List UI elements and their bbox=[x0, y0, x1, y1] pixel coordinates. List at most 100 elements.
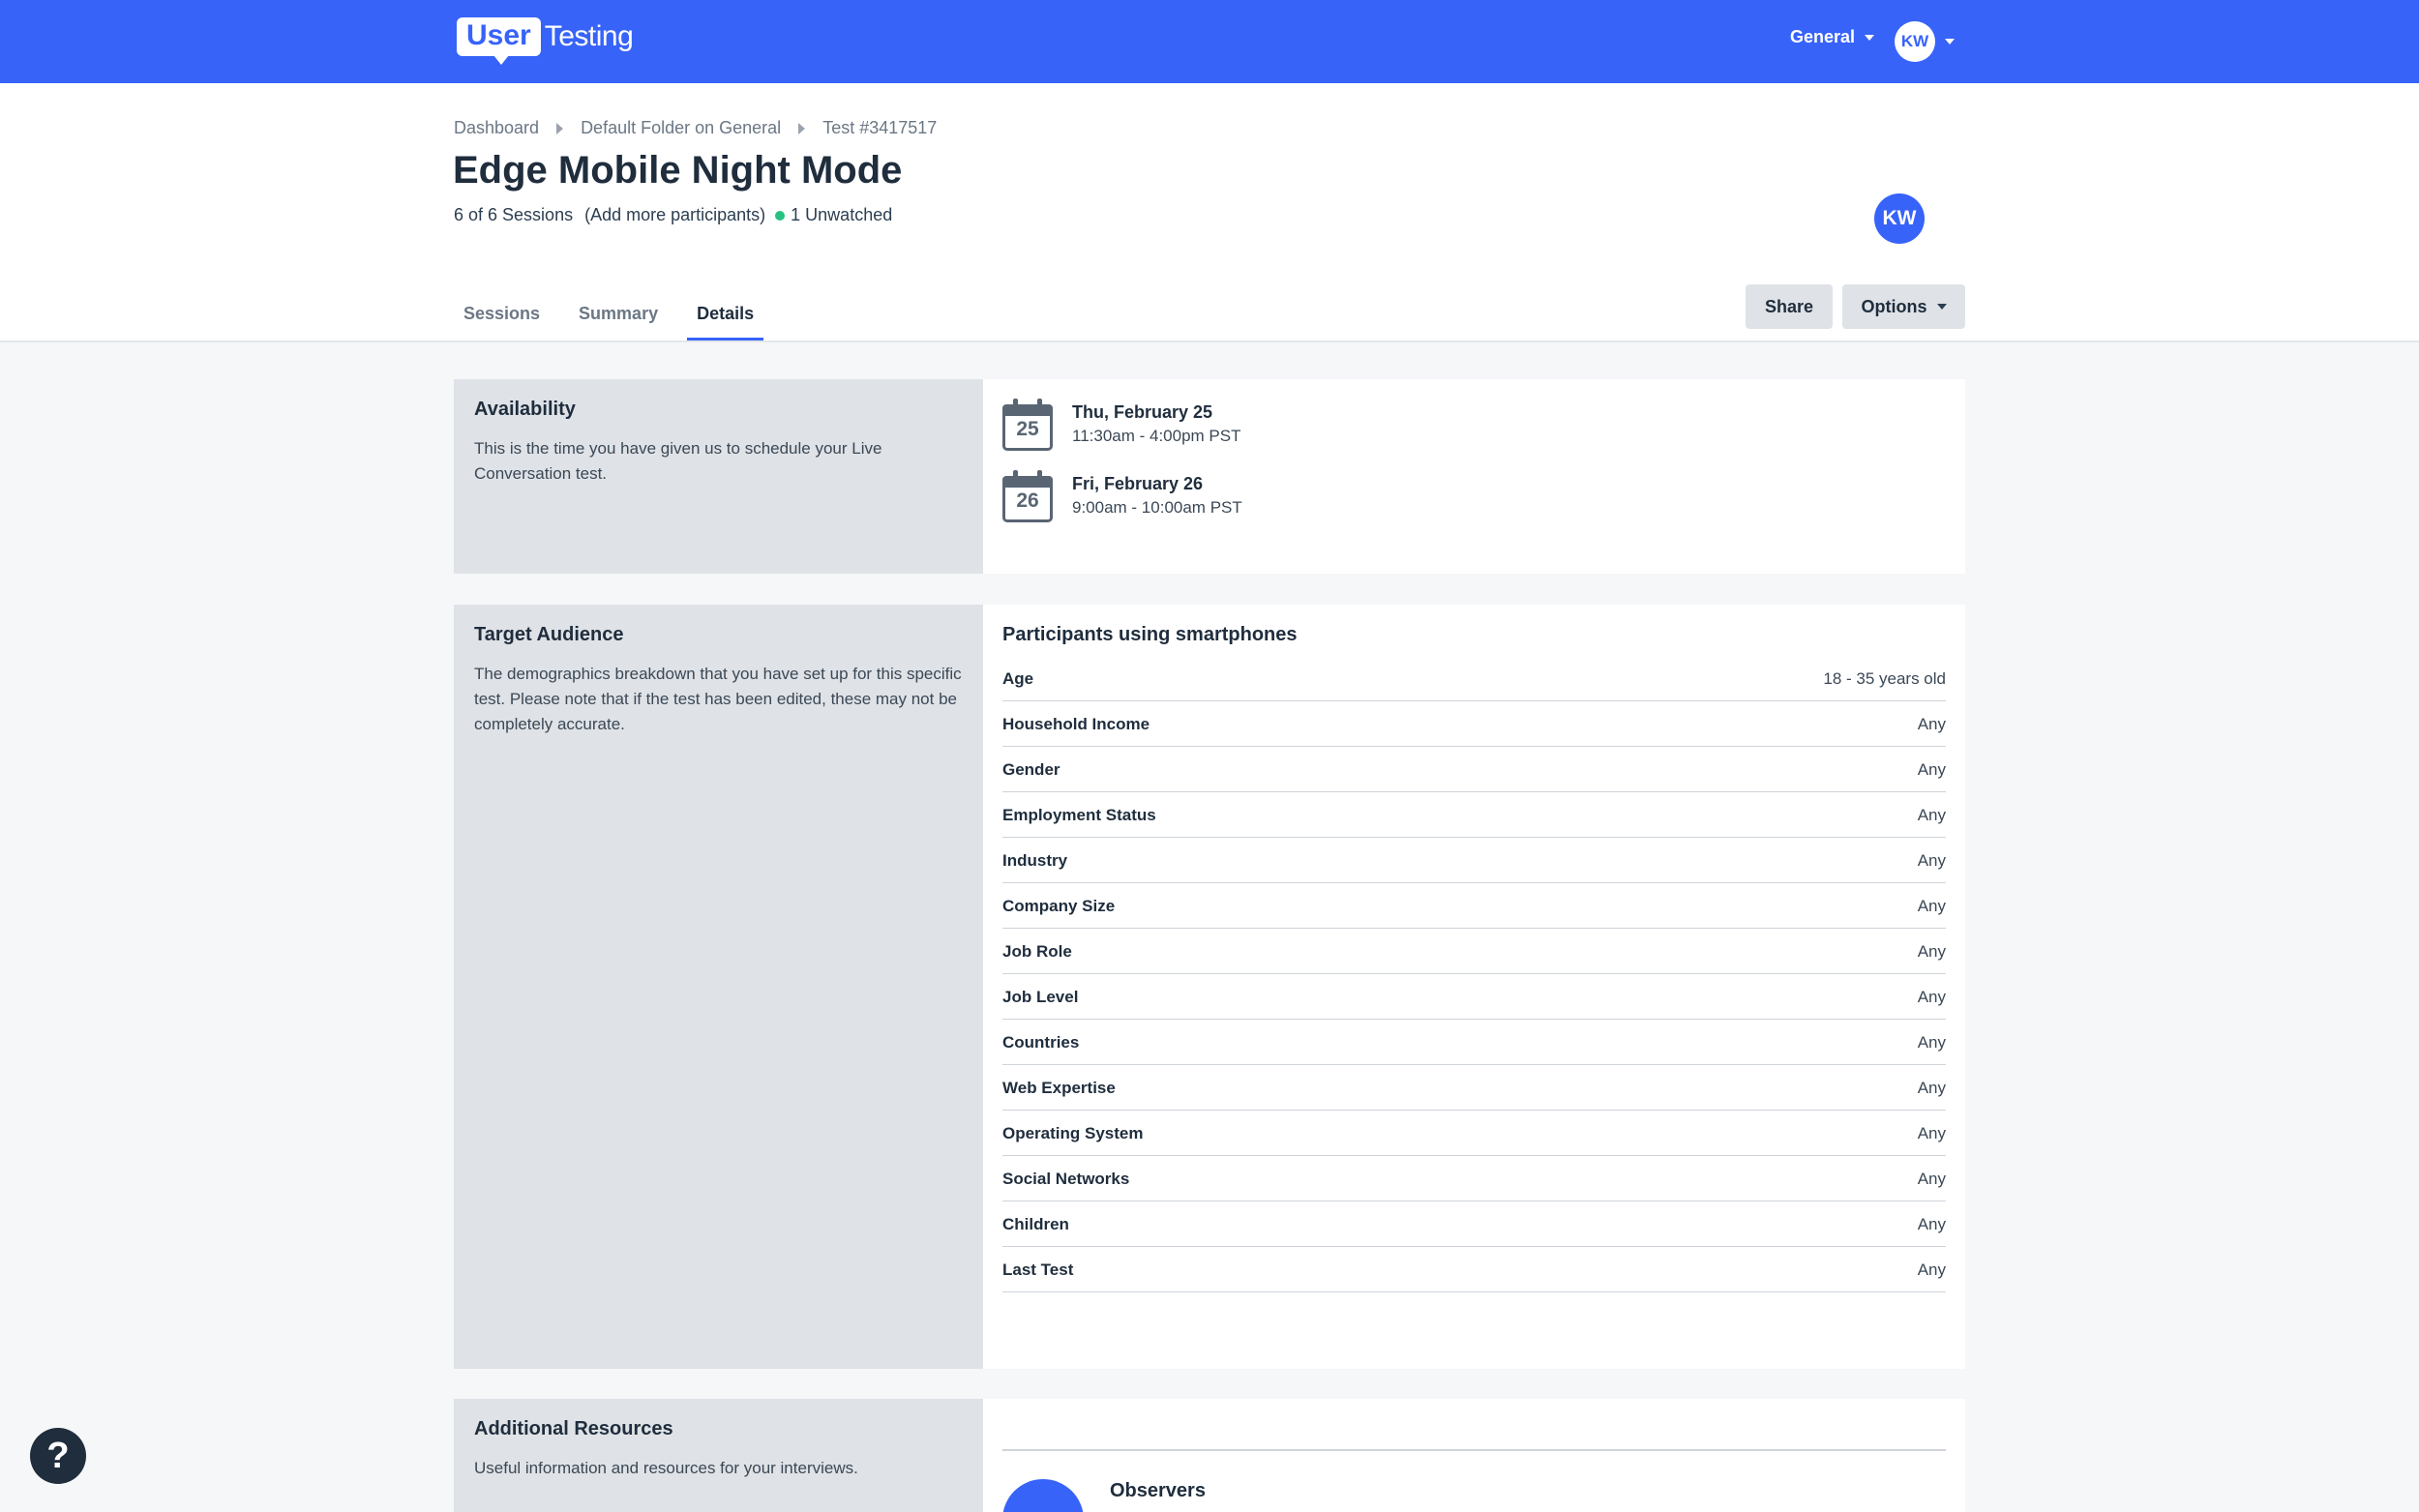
row-value: Any bbox=[1917, 806, 1946, 824]
row-label: Operating System bbox=[1002, 1124, 1144, 1142]
target-audience-card: Target Audience The demographics breakdo… bbox=[454, 605, 1965, 1369]
session-count: 6 of 6 Sessions bbox=[454, 205, 574, 224]
chevron-right-icon bbox=[798, 122, 806, 134]
table-row: Operating System Any bbox=[1002, 1111, 1946, 1156]
row-label: Company Size bbox=[1002, 897, 1116, 915]
logo-user-text: User bbox=[457, 17, 541, 65]
row-value: 18 - 35 years old bbox=[1823, 669, 1946, 688]
row-value: Any bbox=[1917, 760, 1946, 779]
breadcrumb-dashboard[interactable]: Dashboard bbox=[454, 118, 539, 138]
availability-description: This is the time you have given us to sc… bbox=[474, 439, 882, 483]
table-row: Job Role Any bbox=[1002, 929, 1946, 974]
availability-title: Availability bbox=[474, 399, 576, 420]
observers-title: Observers bbox=[1110, 1480, 1206, 1501]
top-navigation-bar: User Testing General KW bbox=[0, 0, 2419, 83]
row-label: Household Income bbox=[1002, 715, 1150, 733]
row-value: Any bbox=[1917, 715, 1946, 733]
row-label: Age bbox=[1002, 669, 1034, 688]
tab-sessions[interactable]: Sessions bbox=[454, 296, 550, 341]
table-row: Household Income Any bbox=[1002, 701, 1946, 747]
tab-bar: Sessions Summary Details bbox=[454, 296, 783, 341]
table-row: Employment Status Any bbox=[1002, 792, 1946, 838]
row-label: Last Test bbox=[1002, 1260, 1074, 1279]
page-title: Edge Mobile Night Mode bbox=[453, 149, 903, 192]
availability-card: Availability This is the time you have g… bbox=[454, 379, 1965, 574]
availability-slot: 25 Thu, February 25 11:30am - 4:00pm PST bbox=[1002, 399, 1946, 451]
additional-resources-description: Useful information and resources for you… bbox=[474, 1459, 858, 1477]
chevron-down-icon bbox=[1865, 34, 1875, 41]
usertesting-logo[interactable]: User Testing bbox=[457, 17, 634, 66]
row-label: Gender bbox=[1002, 760, 1060, 779]
row-value: Any bbox=[1917, 1124, 1946, 1142]
logo-testing-text: Testing bbox=[544, 20, 634, 52]
row-value: Any bbox=[1917, 1170, 1946, 1188]
additional-resources-title: Additional Resources bbox=[474, 1418, 673, 1439]
workspace-label: General bbox=[1790, 27, 1856, 46]
table-row: Children Any bbox=[1002, 1201, 1946, 1247]
breadcrumb-folder[interactable]: Default Folder on General bbox=[581, 118, 781, 138]
slot-time: 9:00am - 10:00am PST bbox=[1072, 497, 1242, 517]
row-value: Any bbox=[1917, 988, 1946, 1006]
table-row: Age 18 - 35 years old bbox=[1002, 656, 1946, 701]
options-button[interactable]: Options bbox=[1842, 284, 1965, 329]
calendar-icon: 25 bbox=[1002, 399, 1053, 451]
target-audience-title: Target Audience bbox=[474, 624, 624, 645]
share-button[interactable]: Share bbox=[1746, 284, 1833, 329]
slot-time: 11:30am - 4:00pm PST bbox=[1072, 426, 1241, 445]
target-audience-description: The demographics breakdown that you have… bbox=[474, 665, 962, 733]
workspace-switcher[interactable]: General bbox=[1790, 27, 1875, 47]
row-value: Any bbox=[1917, 1260, 1946, 1279]
add-participants-link[interactable]: (Add more participants) bbox=[584, 205, 765, 225]
additional-resources-card: Additional Resources Useful information … bbox=[454, 1399, 1965, 1512]
chevron-right-icon bbox=[556, 122, 564, 134]
availability-slot: 26 Fri, February 26 9:00am - 10:00am PST bbox=[1002, 470, 1946, 522]
table-row: Countries Any bbox=[1002, 1020, 1946, 1065]
row-value: Any bbox=[1917, 1079, 1946, 1097]
breadcrumb-test: Test #3417517 bbox=[822, 118, 938, 137]
table-row: Web Expertise Any bbox=[1002, 1065, 1946, 1111]
row-label: Job Level bbox=[1002, 988, 1079, 1006]
table-row: Last Test Any bbox=[1002, 1247, 1946, 1292]
table-row: Social Networks Any bbox=[1002, 1156, 1946, 1201]
row-value: Any bbox=[1917, 1033, 1946, 1052]
calendar-icon: 26 bbox=[1002, 470, 1053, 522]
divider bbox=[1002, 1449, 1946, 1451]
user-avatar-menu[interactable]: KW bbox=[1895, 21, 1935, 62]
target-audience-info: Target Audience The demographics breakdo… bbox=[454, 605, 983, 1369]
row-label: Children bbox=[1002, 1215, 1069, 1233]
row-label: Web Expertise bbox=[1002, 1079, 1116, 1097]
row-label: Countries bbox=[1002, 1033, 1080, 1052]
row-value: Any bbox=[1917, 942, 1946, 961]
breadcrumb: Dashboard Default Folder on General Test… bbox=[454, 118, 937, 138]
chevron-down-icon[interactable] bbox=[1945, 39, 1955, 44]
unwatched-count[interactable]: 1 Unwatched bbox=[791, 205, 892, 225]
status-dot-icon bbox=[775, 210, 786, 221]
row-value: Any bbox=[1917, 1215, 1946, 1233]
slot-date: Thu, February 25 bbox=[1072, 401, 1213, 422]
table-row: Job Level Any bbox=[1002, 974, 1946, 1020]
tab-summary[interactable]: Summary bbox=[569, 296, 668, 341]
row-label: Industry bbox=[1002, 851, 1068, 870]
tab-details[interactable]: Details bbox=[687, 296, 764, 341]
observers-icon bbox=[1002, 1479, 1084, 1512]
availability-info: Availability This is the time you have g… bbox=[454, 379, 983, 574]
row-label: Job Role bbox=[1002, 942, 1072, 961]
table-row: Company Size Any bbox=[1002, 883, 1946, 929]
options-label: Options bbox=[1861, 296, 1927, 316]
row-label: Employment Status bbox=[1002, 806, 1156, 824]
help-button[interactable]: ? bbox=[30, 1428, 86, 1484]
row-value: Any bbox=[1917, 851, 1946, 870]
table-row: Gender Any bbox=[1002, 747, 1946, 792]
row-label: Social Networks bbox=[1002, 1170, 1130, 1188]
owner-avatar: KW bbox=[1874, 193, 1925, 244]
calendar-day-number: 26 bbox=[1016, 489, 1039, 512]
slot-date: Fri, February 26 bbox=[1072, 473, 1204, 493]
calendar-day-number: 25 bbox=[1016, 418, 1039, 440]
resources-list: Observers bbox=[983, 1399, 1965, 1512]
chevron-down-icon bbox=[1936, 304, 1947, 310]
session-summary: 6 of 6 Sessions (Add more participants) … bbox=[454, 205, 892, 225]
row-value: Any bbox=[1917, 897, 1946, 915]
table-row: Industry Any bbox=[1002, 838, 1946, 883]
audience-heading: Participants using smartphones bbox=[1002, 624, 1298, 645]
availability-slots: 25 Thu, February 25 11:30am - 4:00pm PST… bbox=[983, 379, 1965, 574]
